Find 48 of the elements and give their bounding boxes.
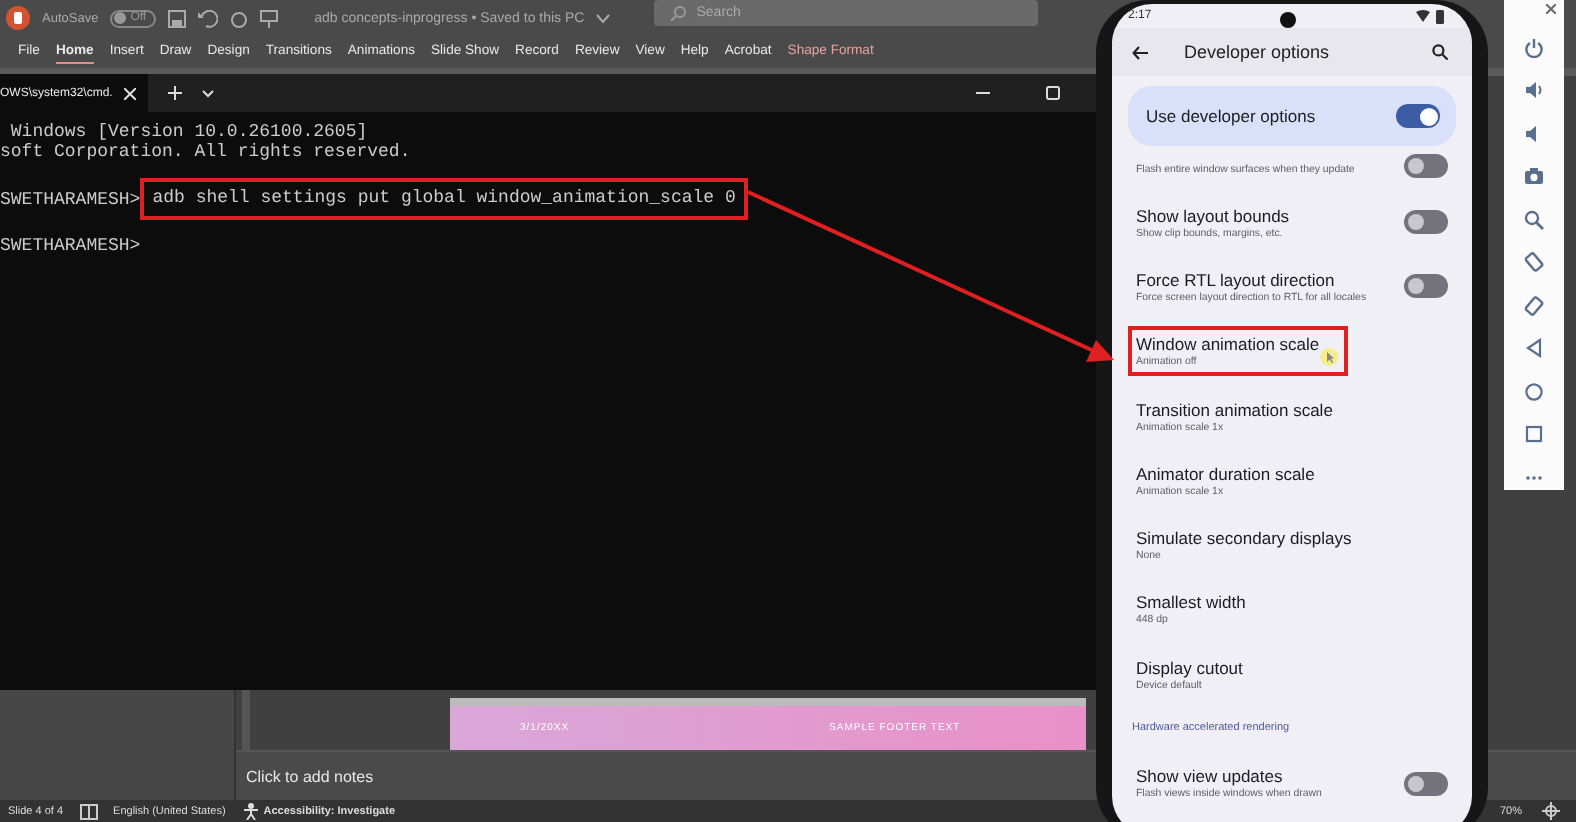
master-switch-card[interactable]: Use developer options <box>1128 86 1456 146</box>
search-icon <box>670 5 687 21</box>
search-icon[interactable] <box>1432 44 1448 60</box>
console-line: soft Corporation. All rights reserved. <box>0 142 413 162</box>
app-logo-icon <box>6 6 30 30</box>
accessibility-icon[interactable] <box>241 802 260 820</box>
fit-slide-icon[interactable] <box>1542 802 1560 820</box>
vol-up-icon[interactable] <box>1524 80 1544 100</box>
prompt-text: SWETHARAMESH> <box>0 236 141 256</box>
undo-icon[interactable] <box>198 9 219 27</box>
zoom-icon[interactable] <box>1524 209 1544 229</box>
battery-icon <box>1436 9 1444 23</box>
screen-title: Developer options <box>1184 42 1330 62</box>
setting-title: Display cutout <box>1136 657 1243 678</box>
prompt-text: SWETHARAMESH> <box>0 189 141 209</box>
wifi-icon <box>1416 10 1430 22</box>
setting-title: Force RTL layout direction <box>1136 269 1337 290</box>
master-switch-label: Use developer options <box>1146 106 1316 126</box>
setting-title: Window animation scale <box>1136 334 1320 355</box>
notes-placeholder[interactable]: Click to add notes <box>246 767 374 785</box>
setting-title: Transition animation scale <box>1136 399 1333 420</box>
toggle-switch[interactable] <box>1404 771 1448 796</box>
notes-icon[interactable] <box>79 803 98 819</box>
power-icon[interactable] <box>1524 37 1544 57</box>
rotate-left-icon[interactable] <box>1524 252 1544 272</box>
plus-icon[interactable] <box>168 86 182 100</box>
present-icon[interactable] <box>260 9 279 27</box>
camera-icon[interactable] <box>1524 166 1544 186</box>
setting-title: Smallest width <box>1136 592 1246 613</box>
setting-title: Show layout bounds <box>1136 205 1290 226</box>
rotate-right-icon[interactable] <box>1524 295 1544 315</box>
toggle-switch[interactable] <box>1404 154 1448 178</box>
maximize-icon[interactable] <box>1046 86 1060 100</box>
home-icon[interactable] <box>1524 381 1544 401</box>
back-arrow-icon[interactable] <box>1132 45 1148 59</box>
toggle-switch[interactable] <box>1404 274 1448 299</box>
setting-title: Simulate secondary displays <box>1136 528 1352 549</box>
save-icon[interactable] <box>168 9 187 27</box>
back-icon[interactable] <box>1524 338 1544 358</box>
toggle-switch[interactable] <box>1396 104 1440 128</box>
setting-title: Show view updates <box>1136 766 1285 787</box>
cursor-icon <box>1319 348 1338 367</box>
overview-icon[interactable] <box>1524 424 1544 444</box>
console-line: Windows [Version 10.0.26100.2605] <box>8 122 370 142</box>
toggle-switch[interactable] <box>1404 210 1448 235</box>
setting-title: Animator duration scale <box>1136 463 1315 484</box>
command-text: adb shell settings put global window_animation_scale 0 <box>140 178 748 220</box>
camera-cutout-icon <box>1280 12 1296 28</box>
